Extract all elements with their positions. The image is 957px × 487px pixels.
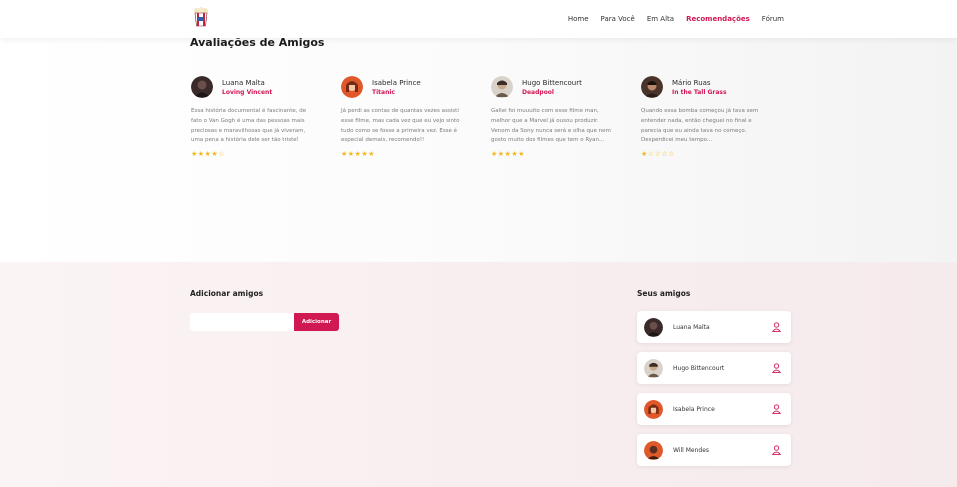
- avatar: [644, 440, 663, 460]
- person-icon[interactable]: [772, 322, 781, 332]
- movie-title[interactable]: Titanic: [372, 88, 421, 97]
- popcorn-logo-icon[interactable]: [193, 7, 209, 27]
- add-friend-button[interactable]: Adicionar: [294, 313, 339, 331]
- avatar: [644, 399, 663, 419]
- review-card: Isabela Prince Titanic Já perdi as conta…: [341, 76, 461, 158]
- nav-forum[interactable]: Fórum: [762, 15, 784, 23]
- friends-section: Adicionar amigos Adicionar Seus amigos L…: [0, 262, 957, 487]
- person-icon[interactable]: [772, 445, 781, 455]
- rating-stars: ★☆☆☆☆: [641, 150, 675, 159]
- review-text: Gallei foi muuuito com esse filme man, m…: [491, 108, 611, 144]
- person-icon[interactable]: [772, 363, 781, 373]
- movie-title[interactable]: Loving Vincent: [222, 88, 272, 97]
- friends-reviews-section: Avaliações de Amigos Luana Malta Loving …: [0, 36, 957, 262]
- add-friends-title: Adicionar amigos: [190, 289, 264, 298]
- friend-list-item[interactable]: Will Mendes: [637, 434, 791, 466]
- friend-name: Luana Malta: [673, 323, 710, 331]
- main-nav: Home Para Você Em Alta Recomendações Fór…: [568, 0, 784, 38]
- nav-recomendacoes[interactable]: Recomendações: [686, 15, 750, 23]
- reviewer-name[interactable]: Hugo Bittencourt: [522, 78, 582, 88]
- movie-title[interactable]: Deadpool: [522, 88, 582, 97]
- review-text: Essa história documental é fascinante, d…: [191, 108, 307, 144]
- rating-stars: ★★★★★: [341, 150, 375, 159]
- rating-stars: ★★★★☆: [191, 150, 225, 159]
- avatar[interactable]: [641, 76, 663, 98]
- avatar: [644, 317, 663, 337]
- friend-name: Will Mendes: [673, 446, 710, 454]
- avatar[interactable]: [491, 76, 513, 98]
- nav-para-voce[interactable]: Para Você: [601, 15, 635, 23]
- review-card: Mário Ruas In the Tall Grass Quando essa…: [641, 76, 761, 158]
- avatar[interactable]: [341, 76, 363, 98]
- reviewer-name[interactable]: Isabela Prince: [372, 78, 421, 88]
- review-text: Quando essa bomba começou já tava sem en…: [641, 108, 759, 144]
- nav-home[interactable]: Home: [568, 15, 589, 23]
- reviewer-name[interactable]: Luana Malta: [222, 78, 272, 88]
- review-text: Já perdi as contas de quantas vezes assi…: [341, 108, 460, 144]
- friend-list-item[interactable]: Hugo Bittencourt: [637, 352, 791, 384]
- friend-list-item[interactable]: Luana Malta: [637, 311, 791, 343]
- avatar: [644, 358, 663, 378]
- my-friends-title: Seus amigos: [637, 289, 691, 298]
- avatar[interactable]: [191, 76, 213, 98]
- nav-em-alta[interactable]: Em Alta: [647, 15, 674, 23]
- review-card: Hugo Bittencourt Deadpool Gallei foi muu…: [491, 76, 611, 158]
- friend-list-item[interactable]: Isabela Prince: [637, 393, 791, 425]
- person-icon[interactable]: [772, 404, 781, 414]
- movie-title[interactable]: In the Tall Grass: [672, 88, 727, 97]
- friend-name: Isabela Prince: [673, 405, 715, 413]
- rating-stars: ★★★★★: [491, 150, 525, 159]
- reviewer-name[interactable]: Mário Ruas: [672, 78, 727, 88]
- friend-name: Hugo Bittencourt: [673, 364, 725, 372]
- add-friend-input[interactable]: [190, 313, 294, 331]
- top-navbar: Home Para Você Em Alta Recomendações Fór…: [0, 0, 957, 38]
- review-card: Luana Malta Loving Vincent Essa história…: [191, 76, 311, 158]
